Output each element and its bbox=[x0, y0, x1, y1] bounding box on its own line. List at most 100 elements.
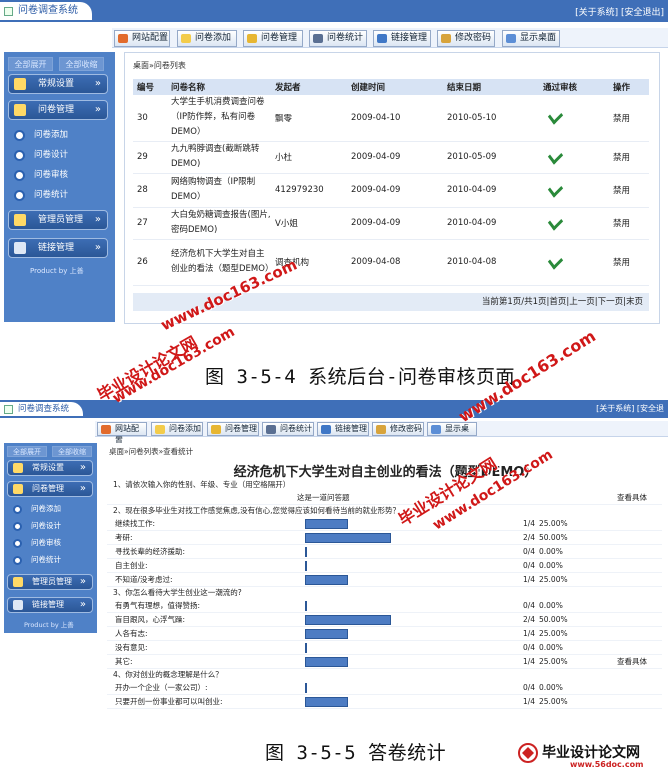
approved-check-icon[interactable] bbox=[547, 107, 564, 125]
chevron-icon: » bbox=[94, 242, 101, 253]
disable-link[interactable]: 禁用 bbox=[609, 95, 649, 142]
menu-survey-manage[interactable]: 问卷管理» bbox=[8, 100, 108, 120]
nav-survey-add[interactable]: 问卷添加 bbox=[177, 30, 237, 47]
menu-admin-manage[interactable]: 管理员管理» bbox=[7, 574, 93, 590]
option-row: 没有意见: 0/4 0.00% bbox=[107, 641, 662, 655]
link-icon bbox=[377, 34, 387, 43]
option-label: 盲目跟风，心浮气躁: bbox=[115, 615, 186, 624]
chevron-icon: » bbox=[79, 576, 86, 587]
question-title: 3、你怎么看待大学生创业这一潮流的? bbox=[113, 588, 242, 597]
view-detail-link[interactable]: 查看具体 bbox=[617, 491, 647, 505]
submenu-survey-audit[interactable]: 问卷审核 bbox=[8, 166, 108, 184]
nav-link-manage[interactable]: 链接管理 bbox=[373, 30, 431, 47]
option-count: 1/4 bbox=[523, 519, 536, 528]
menu-link-manage[interactable]: 链接管理» bbox=[7, 597, 93, 613]
submenu-survey-stats[interactable]: 问卷统计 bbox=[8, 186, 108, 204]
desktop-icon bbox=[506, 34, 516, 43]
menu-survey-manage[interactable]: 问卷管理» bbox=[7, 481, 93, 497]
menu-general-settings[interactable]: 常规设置» bbox=[8, 74, 108, 94]
screenshot-audit-page: 问卷调查系统 [关于系统] [安全退出] 网站配置 问卷添加 问卷管理 问卷统计… bbox=[0, 0, 668, 330]
nav-change-password[interactable]: 修改密码 bbox=[372, 422, 424, 436]
expand-all-button[interactable]: 全部展开 bbox=[8, 57, 53, 71]
option-count: 0/4 bbox=[523, 561, 536, 570]
disable-link[interactable]: 禁用 bbox=[609, 173, 649, 208]
option-label: 继续找工作: bbox=[115, 519, 156, 528]
option-row: 继续找工作: 1/4 25.00% bbox=[107, 517, 662, 531]
approved-check-icon[interactable] bbox=[547, 146, 564, 165]
nav-survey-stats[interactable]: 问卷统计 bbox=[262, 422, 314, 436]
approved-check-icon[interactable] bbox=[547, 251, 564, 270]
submenu-survey-design[interactable]: 问卷设计 bbox=[7, 518, 93, 534]
option-percent: 25.00% bbox=[539, 697, 568, 706]
nav-link-manage[interactable]: 链接管理 bbox=[317, 422, 369, 436]
disable-link[interactable]: 禁用 bbox=[609, 207, 649, 240]
option-bar bbox=[305, 533, 391, 543]
content-panel: 桌面»问卷列表»查看统计 经济危机下大学生对自主创业的看法（题型DEMO） 1、… bbox=[103, 443, 668, 710]
col-action: 操作 bbox=[609, 79, 649, 95]
menu-admin-manage[interactable]: 管理员管理» bbox=[8, 210, 108, 230]
breadcrumb: 桌面»问卷列表»查看统计 bbox=[109, 447, 194, 456]
expand-all-button[interactable]: 全部展开 bbox=[7, 446, 47, 457]
figure-caption-1: 图 3-5-4 系统后台-问卷审核页面 bbox=[205, 366, 516, 388]
option-bar bbox=[305, 629, 348, 639]
option-label: 开办一个企业（一家公司）: bbox=[115, 683, 208, 692]
key-icon bbox=[441, 34, 451, 43]
settings-icon bbox=[13, 463, 23, 473]
nav-site-config[interactable]: 网站配置 bbox=[114, 30, 170, 47]
disable-link[interactable]: 禁用 bbox=[609, 141, 649, 174]
nav-site-config[interactable]: 网站配置 bbox=[97, 422, 147, 445]
question-title: 4、你对创业的概念理解是什么？ bbox=[113, 670, 223, 679]
option-row: 考研: 2/4 50.00% bbox=[107, 531, 662, 545]
nav-survey-stats[interactable]: 问卷统计 bbox=[309, 30, 367, 47]
view-detail-link[interactable]: 查看具体 bbox=[617, 655, 647, 669]
stats-icon bbox=[313, 34, 323, 43]
submenu-survey-audit[interactable]: 问卷审核 bbox=[7, 535, 93, 551]
link-icon bbox=[321, 425, 331, 434]
question-title: 2、现在很多毕业生对找工作感觉焦虑,没有信心,您觉得应该如何看待当前的就业形势？ bbox=[113, 506, 401, 515]
window-title: 问卷调查系统 bbox=[0, 402, 84, 416]
window-title: 问卷调查系统 bbox=[0, 2, 92, 20]
admin-icon bbox=[13, 577, 23, 587]
nav-show-desktop[interactable]: 显示桌面 bbox=[502, 30, 560, 47]
survey-title: 经济危机下大学生对自主创业的看法（题型DEMO） bbox=[233, 465, 538, 480]
app-icon bbox=[4, 405, 13, 414]
option-bar bbox=[305, 601, 307, 611]
submenu-survey-design[interactable]: 问卷设计 bbox=[8, 146, 108, 164]
nav-survey-add[interactable]: 问卷添加 bbox=[151, 422, 203, 436]
submenu-survey-add[interactable]: 问卷添加 bbox=[8, 126, 108, 144]
table-header: 编号 问卷名称 发起者 创建时间 结束日期 通过审核 操作 bbox=[133, 79, 649, 95]
bullet-icon bbox=[14, 170, 25, 181]
option-bar bbox=[305, 697, 348, 707]
option-count: 0/4 bbox=[523, 547, 536, 556]
top-links[interactable]: [关于系统] [安全退 bbox=[596, 403, 664, 414]
table-row: 28 网络购物调查（IP限制DEMO） 412979230 2009-04-09 201… bbox=[133, 173, 649, 208]
nav-survey-manage[interactable]: 问卷管理 bbox=[207, 422, 259, 436]
nav-change-password[interactable]: 修改密码 bbox=[437, 30, 495, 47]
table-row: 27 大白兔奶糖调查报告(图片,密码DEMO) V小姐 2009-04-09 2010-… bbox=[133, 207, 649, 240]
option-row: 有勇气有理想，值得赞扬: 0/4 0.00% bbox=[107, 599, 662, 613]
option-percent: 0.00% bbox=[539, 643, 563, 652]
option-row: 寻找长辈的经济援助: 0/4 0.00% bbox=[107, 545, 662, 559]
survey-table: 编号 问卷名称 发起者 创建时间 结束日期 通过审核 操作 30 大学生手机消费调… bbox=[133, 79, 649, 286]
top-links[interactable]: [关于系统] [安全退出] bbox=[575, 5, 664, 18]
disable-link[interactable]: 禁用 bbox=[609, 239, 649, 286]
option-percent: 0.00% bbox=[539, 601, 563, 610]
approved-check-icon[interactable] bbox=[547, 212, 564, 231]
submenu-survey-stats[interactable]: 问卷统计 bbox=[7, 552, 93, 568]
link-icon bbox=[13, 600, 23, 610]
survey-stats-list: 1、请依次输入你的性别、年级、专业（用空格隔开） 这是一道问答题 查看具体 2、现在很… bbox=[107, 479, 662, 709]
nav-survey-manage[interactable]: 问卷管理 bbox=[243, 30, 303, 47]
chevron-icon: » bbox=[79, 483, 86, 494]
collapse-all-button[interactable]: 全部收缩 bbox=[52, 446, 92, 457]
bullet-icon bbox=[13, 505, 22, 514]
nav-show-desktop[interactable]: 显示桌 bbox=[427, 422, 477, 436]
menu-link-manage[interactable]: 链接管理» bbox=[8, 238, 108, 258]
option-label: 寻找长辈的经济援助: bbox=[115, 547, 186, 556]
submenu-survey-add[interactable]: 问卷添加 bbox=[7, 501, 93, 517]
collapse-all-button[interactable]: 全部收缩 bbox=[59, 57, 104, 71]
app-title: 问卷调查系统 bbox=[18, 5, 78, 16]
approved-check-icon[interactable] bbox=[547, 179, 564, 198]
col-created: 创建时间 bbox=[347, 79, 443, 95]
menu-general-settings[interactable]: 常规设置» bbox=[7, 460, 93, 476]
content-panel: 桌面»问卷列表 编号 问卷名称 发起者 创建时间 结束日期 通过审核 操作 30… bbox=[124, 52, 660, 324]
